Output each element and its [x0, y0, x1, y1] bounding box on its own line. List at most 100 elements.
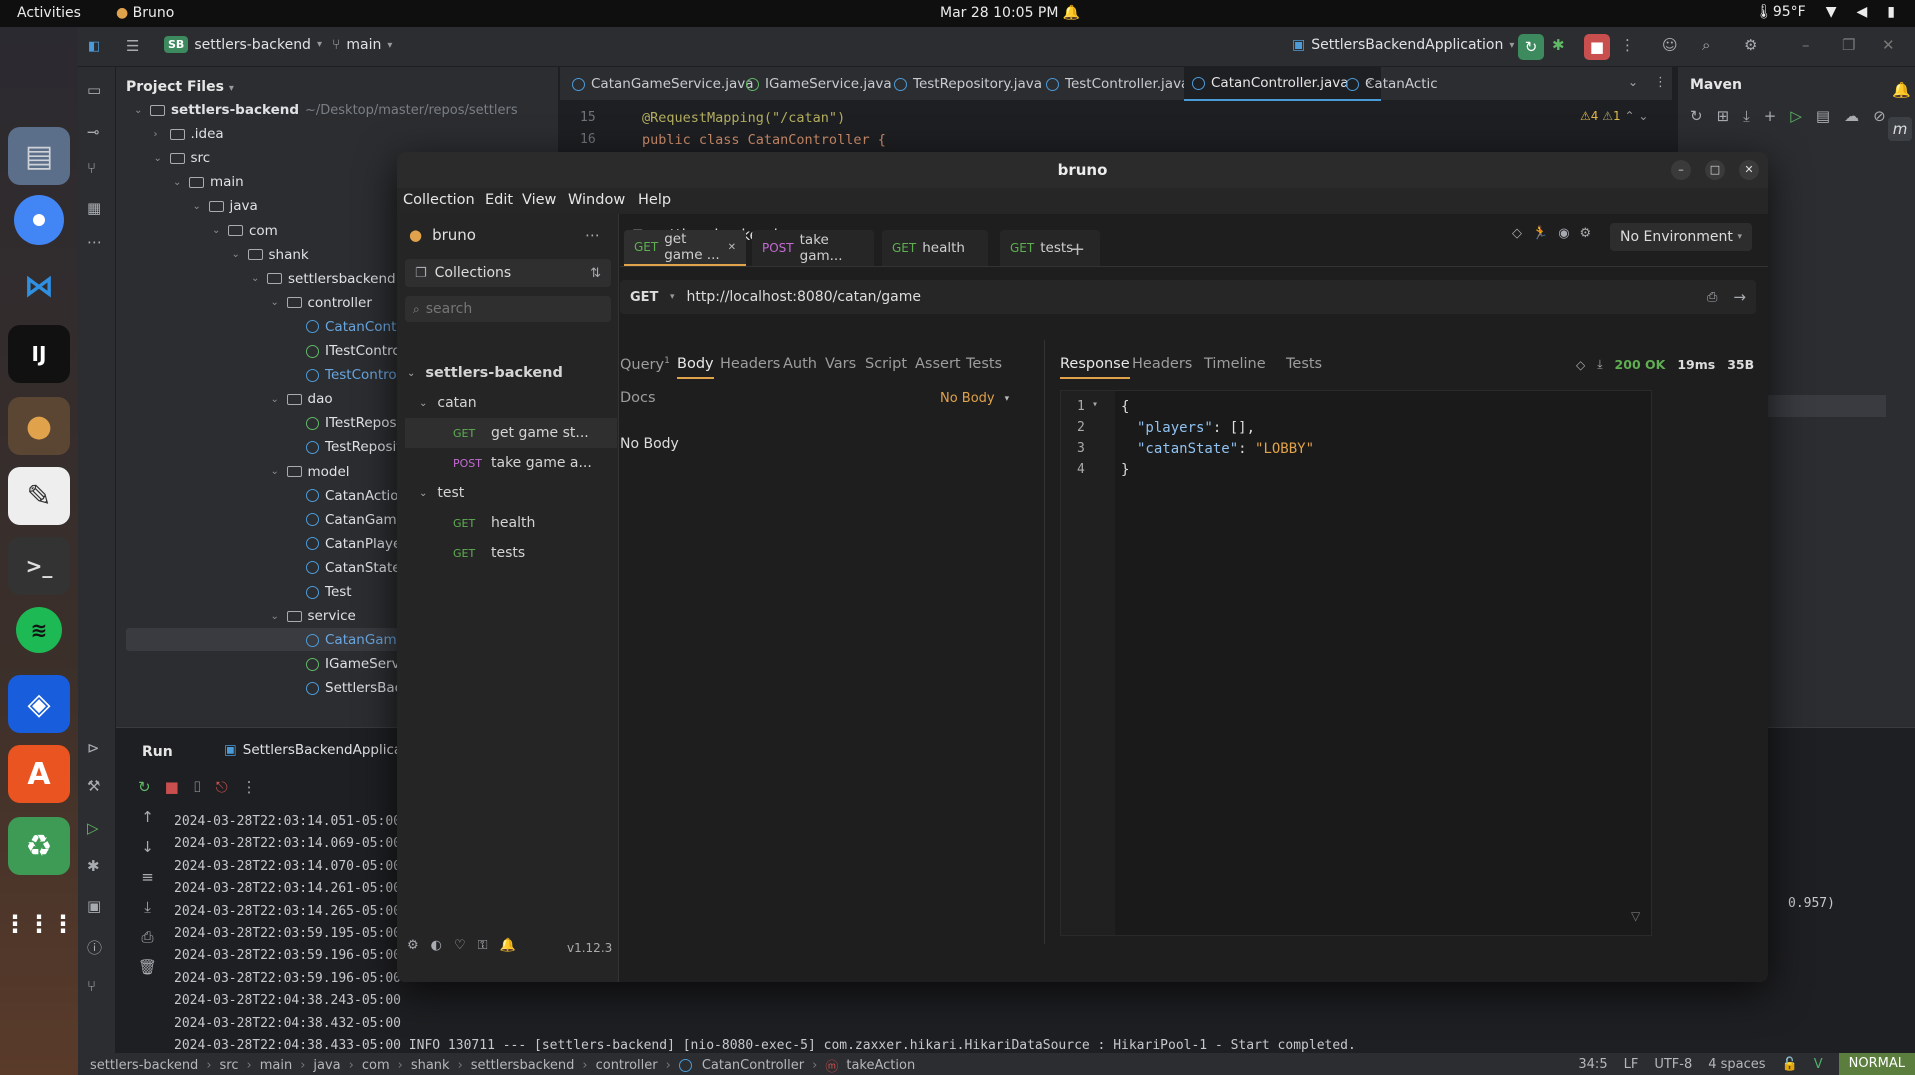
- request-item[interactable]: GET tests: [453, 542, 525, 564]
- chevron-icon[interactable]: ⌄: [271, 394, 281, 405]
- save-icon[interactable]: ⎙: [1707, 290, 1717, 305]
- close-tab-icon[interactable]: ✕: [728, 242, 736, 253]
- structure-tool-icon[interactable]: ▦: [87, 199, 101, 217]
- git-tool-icon[interactable]: ⑂: [87, 159, 96, 177]
- tree-item-itestreposit[interactable]: ITestReposit: [290, 412, 406, 434]
- debug-tool-icon[interactable]: ✱: [87, 857, 100, 875]
- soft-wrap-icon[interactable]: ≡: [138, 868, 157, 886]
- breadcrumb-item[interactable]: main: [260, 1058, 292, 1073]
- theme-icon[interactable]: ◐: [431, 938, 442, 953]
- request-item[interactable]: GET get game st...: [453, 422, 589, 444]
- editor-tab[interactable]: IGameService.java: [746, 67, 892, 101]
- chrome-icon[interactable]: [14, 195, 64, 245]
- stop-button[interactable]: ■: [1584, 34, 1610, 60]
- spotify-icon[interactable]: ≋: [16, 607, 62, 653]
- download-icon[interactable]: ⤓: [1743, 107, 1750, 125]
- tab-script[interactable]: Script: [865, 356, 907, 372]
- tree-item-catangames[interactable]: CatanGameS: [290, 629, 414, 651]
- breadcrumb-item[interactable]: java: [313, 1058, 340, 1073]
- tree-item-com[interactable]: ⌄ com: [212, 220, 278, 242]
- editor-tab[interactable]: TestController.java: [1046, 67, 1189, 101]
- active-app-indicator[interactable]: ● Bruno: [116, 5, 174, 21]
- tree-item-test[interactable]: Test: [290, 581, 352, 603]
- tree-item-src[interactable]: ⌄ src: [154, 147, 211, 169]
- commit-tool-icon[interactable]: ⊸: [87, 123, 100, 141]
- tab-headers[interactable]: Headers: [720, 356, 780, 372]
- bitwarden-icon[interactable]: ◈: [8, 675, 70, 733]
- settings-gear-icon[interactable]: ⚙: [1744, 36, 1757, 54]
- tree-item-settlers-backend[interactable]: ⌄ settlers-backend ~/Desktop/master/repos/…: [134, 99, 518, 121]
- chevron-icon[interactable]: ⌄: [154, 153, 164, 164]
- eye-icon[interactable]: ◉: [1558, 226, 1569, 241]
- tree-item-igameservic[interactable]: IGameServic: [290, 653, 411, 675]
- version-control-tool-icon[interactable]: ⑂: [87, 977, 96, 995]
- add-tab-icon[interactable]: +: [1070, 239, 1085, 260]
- tree-item-settlersback[interactable]: SettlersBack: [290, 677, 410, 699]
- tree-item-catanplayer[interactable]: CatanPlayer: [290, 533, 407, 555]
- clock[interactable]: Mar 28 10:05 PM 🔔: [940, 5, 1080, 21]
- breadcrumb-item[interactable]: shank: [411, 1058, 450, 1073]
- request-tab[interactable]: GET get game ... ✕: [624, 230, 746, 266]
- editor-tab[interactable]: CatanGameService.java: [572, 67, 753, 101]
- menu-edit[interactable]: Edit: [485, 192, 513, 208]
- system-tray[interactable]: 🌡95°F ▼ ◀ ▮: [1755, 4, 1895, 20]
- problems-tool-icon[interactable]: ⓘ: [87, 937, 102, 958]
- vim-mode-badge[interactable]: NORMAL: [1838, 1053, 1915, 1075]
- fold-icon[interactable]: ▾: [1092, 399, 1098, 410]
- body-mode-selector[interactable]: No Body ▾: [940, 391, 1009, 406]
- file-encoding[interactable]: UTF-8: [1654, 1057, 1692, 1072]
- collection-settlers-backend[interactable]: ⌄ settlers-backend: [407, 362, 563, 384]
- tree-item-catangame[interactable]: CatanGame: [290, 509, 405, 531]
- trash-icon[interactable]: ♻: [8, 817, 70, 875]
- tab-tests[interactable]: Tests: [966, 356, 1002, 372]
- pane-divider[interactable]: [1044, 340, 1045, 944]
- software-center-icon[interactable]: A: [8, 745, 70, 803]
- tab-query[interactable]: Query1: [620, 356, 670, 373]
- key-icon[interactable]: ⚿: [478, 938, 488, 953]
- chevron-icon[interactable]: ⌄: [232, 249, 242, 260]
- search-icon[interactable]: ⌕: [1702, 36, 1710, 54]
- tree-item-service[interactable]: ⌄ service: [271, 605, 356, 627]
- chevron-icon[interactable]: ⌄: [212, 225, 222, 236]
- run-maven-icon[interactable]: ▷: [1790, 107, 1802, 125]
- minimize-icon[interactable]: –: [1802, 36, 1810, 54]
- more-actions-icon[interactable]: ⋮: [1620, 36, 1635, 54]
- shield-icon[interactable]: ◇: [1512, 226, 1522, 241]
- offline-mode-icon[interactable]: ☁: [1844, 107, 1859, 125]
- settings-gear-icon[interactable]: ⚙: [407, 938, 419, 953]
- response-viewer[interactable]: 1 ▾ {2 "players": [], 3 "catanState": "LOBBY"…: [1060, 390, 1652, 936]
- clear-response-icon[interactable]: ◇: [1576, 358, 1585, 372]
- breadcrumb-item[interactable]: controller: [596, 1058, 658, 1073]
- tab-response-headers[interactable]: Headers: [1132, 356, 1192, 372]
- tree-item-model[interactable]: ⌄ model: [271, 461, 350, 483]
- menu-help[interactable]: Help: [638, 192, 671, 208]
- tree-item-main[interactable]: ⌄ main: [173, 171, 244, 193]
- request-tab[interactable]: POST take gam...: [752, 230, 874, 266]
- heart-icon[interactable]: ♡: [454, 938, 466, 953]
- tree-item-dao[interactable]: ⌄ dao: [271, 388, 333, 410]
- terminal-tool-icon[interactable]: ▣: [87, 897, 101, 915]
- vscode-icon[interactable]: ⋈: [8, 257, 70, 315]
- chevron-icon[interactable]: ⌄: [271, 297, 281, 308]
- bell-icon[interactable]: 🔔: [500, 938, 516, 953]
- chevron-icon[interactable]: ⌄: [271, 466, 281, 477]
- breadcrumb-item[interactable]: com: [362, 1058, 390, 1073]
- environment-selector[interactable]: No Environment ▾: [1610, 223, 1752, 251]
- runner-icon[interactable]: 🏃: [1532, 226, 1548, 241]
- tab-response[interactable]: Response: [1060, 356, 1130, 379]
- request-item[interactable]: POST take game a...: [453, 452, 592, 474]
- breadcrumb-item[interactable]: src: [220, 1058, 239, 1073]
- terminal-icon[interactable]: >_: [8, 537, 70, 595]
- search-input[interactable]: [425, 301, 596, 317]
- breadcrumb-item[interactable]: settlers-backend: [90, 1058, 198, 1073]
- arrow-up-icon[interactable]: ↑: [138, 808, 157, 826]
- generate-sources-icon[interactable]: ⊞: [1717, 107, 1730, 125]
- skip-tests-icon[interactable]: ⊘: [1873, 107, 1886, 125]
- indent-setting[interactable]: 4 spaces: [1708, 1057, 1765, 1072]
- menu-collection[interactable]: Collection: [403, 192, 475, 208]
- chevron-icon[interactable]: ⌄: [251, 273, 261, 284]
- menu-view[interactable]: View: [522, 192, 556, 208]
- run-tab-title[interactable]: Run: [142, 744, 173, 760]
- print-icon[interactable]: ⎙: [138, 928, 157, 946]
- services-tool-icon[interactable]: ⊳: [87, 739, 100, 757]
